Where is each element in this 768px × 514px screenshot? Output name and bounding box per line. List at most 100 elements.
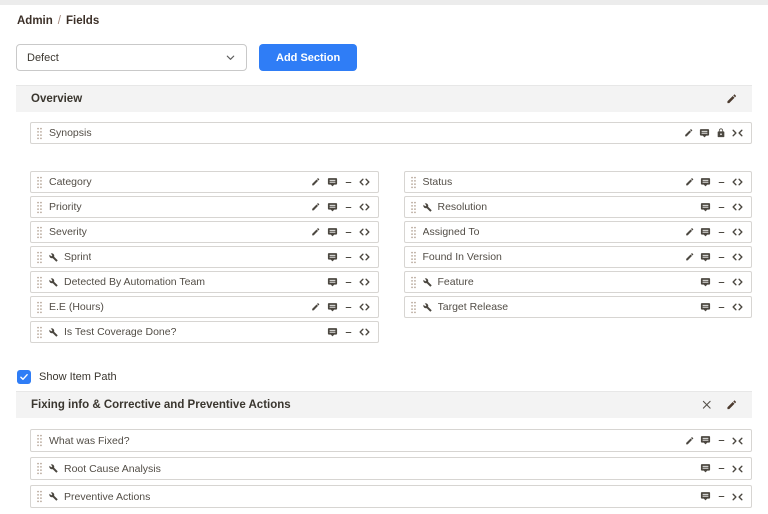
edit-icon[interactable] xyxy=(311,227,321,237)
section-title: Overview xyxy=(31,93,82,105)
collapse-icon[interactable] xyxy=(732,129,743,137)
show-item-path-label: Show Item Path xyxy=(39,371,117,383)
comment-icon[interactable] xyxy=(699,128,710,139)
comment-icon[interactable] xyxy=(700,252,711,263)
comment-icon[interactable] xyxy=(327,327,338,338)
add-section-button[interactable]: Add Section xyxy=(259,44,357,71)
expand-icon[interactable] xyxy=(359,328,370,336)
minus-icon[interactable] xyxy=(344,328,353,337)
expand-icon[interactable] xyxy=(732,278,743,286)
breadcrumb-admin[interactable]: Admin xyxy=(17,15,53,27)
field-row: E.E (Hours) xyxy=(30,296,379,318)
field-label: Is Test Coverage Done? xyxy=(64,326,176,338)
drag-handle-icon[interactable] xyxy=(36,462,43,475)
comment-icon[interactable] xyxy=(700,491,711,502)
minus-icon[interactable] xyxy=(717,253,726,262)
issue-type-select[interactable]: Defect xyxy=(16,44,247,71)
comment-icon[interactable] xyxy=(700,435,711,446)
lock-icon[interactable] xyxy=(716,128,726,138)
delete-section-icon[interactable] xyxy=(701,399,713,411)
edit-section-icon[interactable] xyxy=(726,399,738,411)
expand-icon[interactable] xyxy=(732,228,743,236)
collapse-icon[interactable] xyxy=(732,437,743,445)
minus-icon[interactable] xyxy=(717,492,726,501)
comment-icon[interactable] xyxy=(700,177,711,188)
edit-icon[interactable] xyxy=(685,177,695,187)
edit-icon[interactable] xyxy=(311,202,321,212)
edit-icon[interactable] xyxy=(685,227,695,237)
expand-icon[interactable] xyxy=(359,228,370,236)
comment-icon[interactable] xyxy=(700,302,711,313)
comment-icon[interactable] xyxy=(327,302,338,313)
drag-handle-icon[interactable] xyxy=(410,251,417,264)
minus-icon[interactable] xyxy=(344,253,353,262)
edit-icon[interactable] xyxy=(311,177,321,187)
drag-handle-icon[interactable] xyxy=(36,326,43,339)
edit-section-icon[interactable] xyxy=(726,93,738,105)
drag-handle-icon[interactable] xyxy=(36,490,43,503)
drag-handle-icon[interactable] xyxy=(36,434,43,447)
collapse-icon[interactable] xyxy=(732,493,743,501)
collapse-icon[interactable] xyxy=(732,465,743,473)
comment-icon[interactable] xyxy=(700,227,711,238)
comment-icon[interactable] xyxy=(700,202,711,213)
drag-handle-icon[interactable] xyxy=(36,127,43,140)
field-label: Feature xyxy=(438,276,474,288)
drag-handle-icon[interactable] xyxy=(36,276,43,289)
minus-icon[interactable] xyxy=(344,278,353,287)
drag-handle-icon[interactable] xyxy=(36,176,43,189)
expand-icon[interactable] xyxy=(359,253,370,261)
minus-icon[interactable] xyxy=(717,278,726,287)
drag-handle-icon[interactable] xyxy=(36,301,43,314)
overview-full-rows: Synopsis xyxy=(30,122,752,144)
drag-handle-icon[interactable] xyxy=(410,176,417,189)
minus-icon[interactable] xyxy=(717,436,726,445)
minus-icon[interactable] xyxy=(717,303,726,312)
comment-icon[interactable] xyxy=(327,227,338,238)
minus-icon[interactable] xyxy=(717,178,726,187)
expand-icon[interactable] xyxy=(359,278,370,286)
comment-icon[interactable] xyxy=(327,252,338,263)
section-title: Fixing info & Corrective and Preventive … xyxy=(31,399,291,411)
field-row: Feature xyxy=(404,271,753,293)
show-item-path-checkbox[interactable] xyxy=(17,370,31,384)
minus-icon[interactable] xyxy=(717,203,726,212)
drag-handle-icon[interactable] xyxy=(410,276,417,289)
expand-icon[interactable] xyxy=(732,253,743,261)
expand-icon[interactable] xyxy=(732,178,743,186)
wrench-icon xyxy=(423,303,432,312)
comment-icon[interactable] xyxy=(327,177,338,188)
minus-icon[interactable] xyxy=(344,228,353,237)
edit-icon[interactable] xyxy=(685,252,695,262)
drag-handle-icon[interactable] xyxy=(410,201,417,214)
wrench-icon xyxy=(49,492,58,501)
minus-icon[interactable] xyxy=(717,228,726,237)
comment-icon[interactable] xyxy=(327,277,338,288)
edit-icon[interactable] xyxy=(684,128,694,138)
expand-icon[interactable] xyxy=(359,178,370,186)
field-row: Found In Version xyxy=(404,246,753,268)
expand-icon[interactable] xyxy=(732,303,743,311)
toolbar: Defect Add Section xyxy=(16,44,752,71)
minus-icon[interactable] xyxy=(344,303,353,312)
edit-icon[interactable] xyxy=(311,302,321,312)
drag-handle-icon[interactable] xyxy=(36,251,43,264)
drag-handle-icon[interactable] xyxy=(410,301,417,314)
drag-handle-icon[interactable] xyxy=(36,226,43,239)
expand-icon[interactable] xyxy=(732,203,743,211)
minus-icon[interactable] xyxy=(344,203,353,212)
minus-icon[interactable] xyxy=(344,178,353,187)
edit-icon[interactable] xyxy=(685,436,695,446)
field-label: Assigned To xyxy=(423,226,480,238)
minus-icon[interactable] xyxy=(717,464,726,473)
comment-icon[interactable] xyxy=(700,277,711,288)
drag-handle-icon[interactable] xyxy=(410,226,417,239)
comment-icon[interactable] xyxy=(327,202,338,213)
breadcrumb-separator: / xyxy=(58,15,61,27)
expand-icon[interactable] xyxy=(359,203,370,211)
field-label: Preventive Actions xyxy=(64,491,150,503)
drag-handle-icon[interactable] xyxy=(36,201,43,214)
wrench-icon xyxy=(49,328,58,337)
expand-icon[interactable] xyxy=(359,303,370,311)
comment-icon[interactable] xyxy=(700,463,711,474)
